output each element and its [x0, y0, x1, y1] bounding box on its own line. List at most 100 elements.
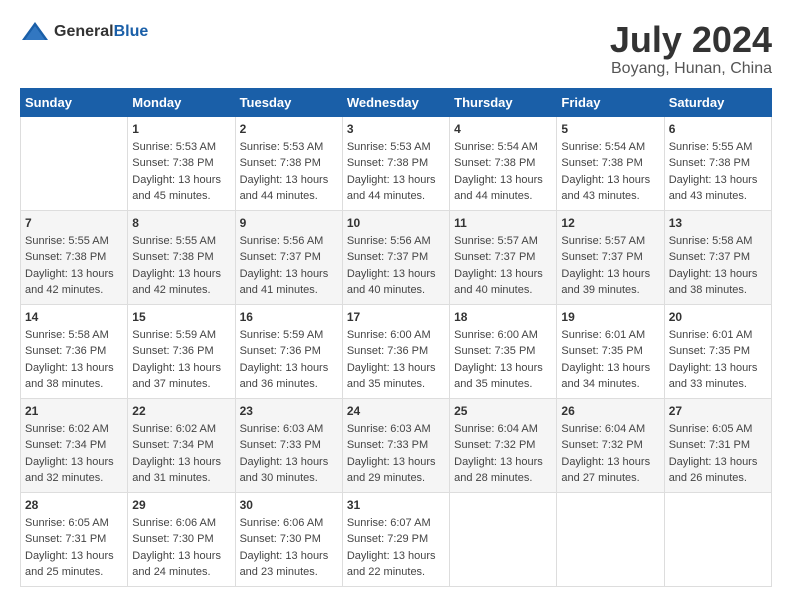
calendar-cell: 4 Sunrise: 5:54 AM Sunset: 7:38 PM Daylig…: [450, 116, 557, 210]
day-number: 8: [132, 216, 230, 230]
day-info: Sunrise: 6:00 AM Sunset: 7:36 PM Dayligh…: [347, 327, 445, 393]
calendar-header: SundayMondayTuesdayWednesdayThursdayFrid…: [21, 88, 772, 116]
week-row-1: 1 Sunrise: 5:53 AM Sunset: 7:38 PM Daylig…: [21, 116, 772, 210]
day-number: 12: [561, 216, 659, 230]
day-info: Sunrise: 5:58 AM Sunset: 7:37 PM Dayligh…: [669, 233, 767, 299]
day-info: Sunrise: 6:02 AM Sunset: 7:34 PM Dayligh…: [25, 421, 123, 487]
location-subtitle: Boyang, Hunan, China: [610, 60, 772, 78]
week-row-4: 21 Sunrise: 6:02 AM Sunset: 7:34 PM Dayli…: [21, 398, 772, 492]
day-number: 23: [240, 404, 338, 418]
day-info: Sunrise: 6:02 AM Sunset: 7:34 PM Dayligh…: [132, 421, 230, 487]
week-row-5: 28 Sunrise: 6:05 AM Sunset: 7:31 PM Dayli…: [21, 492, 772, 586]
day-info: Sunrise: 6:05 AM Sunset: 7:31 PM Dayligh…: [25, 515, 123, 581]
day-number: 30: [240, 498, 338, 512]
day-info: Sunrise: 6:07 AM Sunset: 7:29 PM Dayligh…: [347, 515, 445, 581]
day-number: 4: [454, 122, 552, 136]
day-info: Sunrise: 5:57 AM Sunset: 7:37 PM Dayligh…: [561, 233, 659, 299]
calendar-body: 1 Sunrise: 5:53 AM Sunset: 7:38 PM Daylig…: [21, 116, 772, 586]
calendar-cell: [664, 492, 771, 586]
logo-blue: Blue: [114, 23, 149, 40]
day-info: Sunrise: 5:54 AM Sunset: 7:38 PM Dayligh…: [454, 139, 552, 205]
calendar-cell: 31 Sunrise: 6:07 AM Sunset: 7:29 PM Dayli…: [342, 492, 449, 586]
day-number: 29: [132, 498, 230, 512]
day-number: 21: [25, 404, 123, 418]
day-number: 14: [25, 310, 123, 324]
logo: GeneralBlue: [20, 20, 148, 44]
calendar-cell: 26Sunrise: 6:04 AM Sunset: 7:32 PM Dayli…: [557, 398, 664, 492]
page-header: GeneralBlue July 2024 Boyang, Hunan, Chi…: [20, 20, 772, 78]
day-number: 6: [669, 122, 767, 136]
header-day-saturday: Saturday: [664, 88, 771, 116]
day-info: Sunrise: 5:53 AM Sunset: 7:38 PM Dayligh…: [347, 139, 445, 205]
day-number: 1: [132, 122, 230, 136]
calendar-cell: 28 Sunrise: 6:05 AM Sunset: 7:31 PM Dayli…: [21, 492, 128, 586]
header-row: SundayMondayTuesdayWednesdayThursdayFrid…: [21, 88, 772, 116]
calendar-cell: 3 Sunrise: 5:53 AM Sunset: 7:38 PM Daylig…: [342, 116, 449, 210]
day-number: 27: [669, 404, 767, 418]
day-info: Sunrise: 6:03 AM Sunset: 7:33 PM Dayligh…: [347, 421, 445, 487]
day-info: Sunrise: 5:53 AM Sunset: 7:38 PM Dayligh…: [132, 139, 230, 205]
day-number: 11: [454, 216, 552, 230]
day-info: Sunrise: 5:58 AM Sunset: 7:36 PM Dayligh…: [25, 327, 123, 393]
calendar-cell: 11Sunrise: 5:57 AM Sunset: 7:37 PM Dayli…: [450, 210, 557, 304]
calendar-cell: [557, 492, 664, 586]
day-number: 17: [347, 310, 445, 324]
day-number: 20: [669, 310, 767, 324]
calendar-cell: 2 Sunrise: 5:53 AM Sunset: 7:38 PM Daylig…: [235, 116, 342, 210]
day-info: Sunrise: 6:04 AM Sunset: 7:32 PM Dayligh…: [454, 421, 552, 487]
calendar-cell: 17 Sunrise: 6:00 AM Sunset: 7:36 PM Dayli…: [342, 304, 449, 398]
day-info: Sunrise: 5:59 AM Sunset: 7:36 PM Dayligh…: [132, 327, 230, 393]
day-number: 16: [240, 310, 338, 324]
header-day-thursday: Thursday: [450, 88, 557, 116]
header-day-wednesday: Wednesday: [342, 88, 449, 116]
calendar-cell: 30 Sunrise: 6:06 AM Sunset: 7:30 PM Dayli…: [235, 492, 342, 586]
logo-icon: [20, 20, 50, 44]
day-info: Sunrise: 5:59 AM Sunset: 7:36 PM Dayligh…: [240, 327, 338, 393]
day-info: Sunrise: 6:06 AM Sunset: 7:30 PM Dayligh…: [132, 515, 230, 581]
calendar-cell: 14 Sunrise: 5:58 AM Sunset: 7:36 PM Dayli…: [21, 304, 128, 398]
calendar-cell: 5 Sunrise: 5:54 AM Sunset: 7:38 PM Daylig…: [557, 116, 664, 210]
day-number: 24: [347, 404, 445, 418]
day-info: Sunrise: 6:01 AM Sunset: 7:35 PM Dayligh…: [561, 327, 659, 393]
day-number: 15: [132, 310, 230, 324]
month-year-title: July 2024: [610, 20, 772, 60]
calendar-cell: 18Sunrise: 6:00 AM Sunset: 7:35 PM Dayli…: [450, 304, 557, 398]
calendar-cell: 16 Sunrise: 5:59 AM Sunset: 7:36 PM Dayli…: [235, 304, 342, 398]
day-info: Sunrise: 6:01 AM Sunset: 7:35 PM Dayligh…: [669, 327, 767, 393]
day-number: 28: [25, 498, 123, 512]
calendar-cell: 24 Sunrise: 6:03 AM Sunset: 7:33 PM Dayli…: [342, 398, 449, 492]
calendar-cell: 25 Sunrise: 6:04 AM Sunset: 7:32 PM Dayli…: [450, 398, 557, 492]
day-info: Sunrise: 5:55 AM Sunset: 7:38 PM Dayligh…: [669, 139, 767, 205]
day-number: 31: [347, 498, 445, 512]
day-info: Sunrise: 5:53 AM Sunset: 7:38 PM Dayligh…: [240, 139, 338, 205]
calendar-cell: 20 Sunrise: 6:01 AM Sunset: 7:35 PM Dayli…: [664, 304, 771, 398]
day-info: Sunrise: 5:54 AM Sunset: 7:38 PM Dayligh…: [561, 139, 659, 205]
calendar-cell: 27Sunrise: 6:05 AM Sunset: 7:31 PM Dayli…: [664, 398, 771, 492]
calendar-cell: 9Sunrise: 5:56 AM Sunset: 7:37 PM Daylig…: [235, 210, 342, 304]
day-number: 3: [347, 122, 445, 136]
day-info: Sunrise: 5:55 AM Sunset: 7:38 PM Dayligh…: [25, 233, 123, 299]
calendar-cell: 13 Sunrise: 5:58 AM Sunset: 7:37 PM Dayli…: [664, 210, 771, 304]
calendar-cell: [450, 492, 557, 586]
calendar-cell: 19 Sunrise: 6:01 AM Sunset: 7:35 PM Dayli…: [557, 304, 664, 398]
day-number: 18: [454, 310, 552, 324]
header-day-friday: Friday: [557, 88, 664, 116]
week-row-2: 7 Sunrise: 5:55 AM Sunset: 7:38 PM Daylig…: [21, 210, 772, 304]
day-number: 2: [240, 122, 338, 136]
calendar-cell: 29 Sunrise: 6:06 AM Sunset: 7:30 PM Dayli…: [128, 492, 235, 586]
day-number: 22: [132, 404, 230, 418]
day-info: Sunrise: 6:06 AM Sunset: 7:30 PM Dayligh…: [240, 515, 338, 581]
logo-general: General: [54, 23, 114, 40]
calendar-cell: 12 Sunrise: 5:57 AM Sunset: 7:37 PM Dayli…: [557, 210, 664, 304]
calendar-cell: 7 Sunrise: 5:55 AM Sunset: 7:38 PM Daylig…: [21, 210, 128, 304]
calendar-table: SundayMondayTuesdayWednesdayThursdayFrid…: [20, 88, 772, 587]
day-number: 13: [669, 216, 767, 230]
calendar-cell: 15 Sunrise: 5:59 AM Sunset: 7:36 PM Dayli…: [128, 304, 235, 398]
day-number: 25: [454, 404, 552, 418]
day-number: 19: [561, 310, 659, 324]
header-day-tuesday: Tuesday: [235, 88, 342, 116]
day-number: 7: [25, 216, 123, 230]
day-number: 5: [561, 122, 659, 136]
calendar-cell: 8Sunrise: 5:55 AM Sunset: 7:38 PM Daylig…: [128, 210, 235, 304]
day-number: 26: [561, 404, 659, 418]
